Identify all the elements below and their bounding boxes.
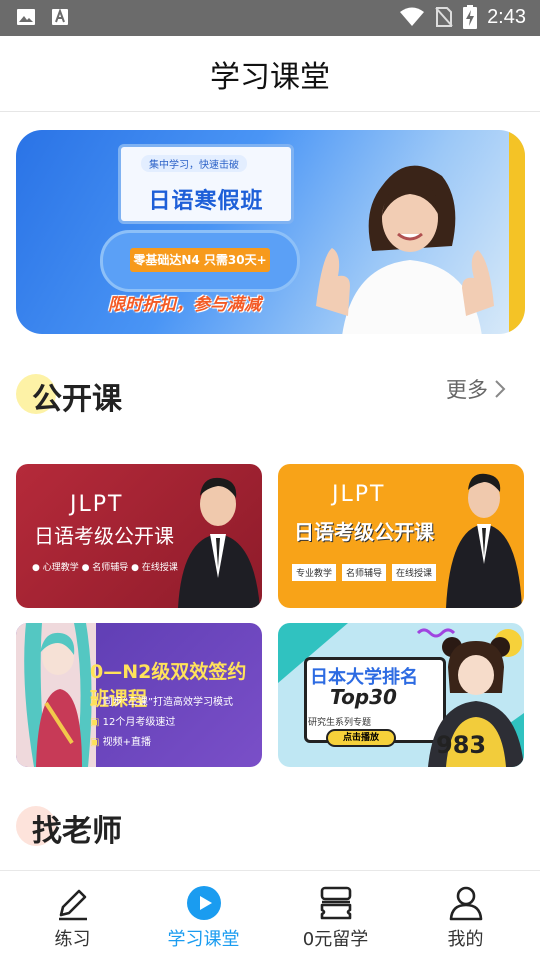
- tile-bullet: ▣ 视频+直播: [90, 737, 152, 748]
- tile-heading: JLPT: [332, 482, 386, 507]
- course-tile-n2-contract[interactable]: 0—N2级双效签约班课程 ▣ 同步“三课”打造高效学习模式 ▣ 12个月考级速过…: [16, 623, 262, 767]
- teacher-photo: [178, 477, 260, 608]
- nav-item-study-abroad[interactable]: 0元留学: [268, 871, 403, 961]
- tile-tag-list: 专业教学 名师辅导 在线授课: [292, 564, 437, 581]
- nav-item-profile[interactable]: 我的: [398, 871, 533, 961]
- tile-bullet-text: 同步“三课”打造高效学习模式: [102, 697, 234, 708]
- status-time: 2:43: [487, 5, 526, 28]
- banner-offer: 零基础达N4 只需30天+: [130, 248, 270, 272]
- play-button[interactable]: 点击播放: [326, 729, 396, 747]
- image-notification-icon: [17, 9, 35, 25]
- more-label: 更多: [446, 378, 488, 402]
- nav-item-practice[interactable]: 练习: [5, 871, 140, 961]
- tile-bullet: ▣ 同步“三课”打造高效学习模式: [90, 697, 234, 708]
- nav-label: 0元留学: [302, 929, 369, 950]
- tile-bullets: ▣ 同步“三课”打造高效学习模式 ▣ 12个月考级速过 ▣ 视频+直播: [90, 693, 233, 753]
- banner-card: 集中学习，快速击破 日语寒假班: [118, 144, 294, 224]
- course-tile-jlpt-orange[interactable]: JLPT 日语考级公开课 专业教学 名师辅导 在线授课: [278, 464, 524, 608]
- tile-bullet-text: 12个月考级速过: [102, 717, 176, 728]
- tile-tag: 在线授课: [392, 564, 437, 581]
- banner-promo-text: 限时折扣，参与满减: [108, 295, 261, 315]
- find-teacher-title: 找老师: [32, 814, 122, 849]
- tile-tags: ● 心理教学 ● 名师辅导 ● 在线授课: [32, 563, 178, 573]
- more-link[interactable]: 更多: [446, 374, 506, 404]
- nav-label: 练习: [54, 929, 91, 950]
- no-sim-icon: [435, 7, 453, 27]
- nav-label: 我的: [447, 929, 484, 950]
- tile-caption: 研究生系列专题: [308, 718, 372, 728]
- tile-tag: 专业教学: [292, 564, 337, 581]
- title-bar: 学习课堂: [0, 36, 540, 112]
- tile-title: 日语考级公开课: [294, 520, 434, 544]
- status-bar: 2:43: [0, 0, 540, 36]
- anime-girl-illustration: [16, 623, 96, 767]
- battery-charging-icon: [463, 5, 478, 29]
- banner-tagline: 集中学习，快速击破: [141, 155, 247, 172]
- wifi-icon: [400, 7, 425, 26]
- banner-model-photo: [316, 165, 494, 334]
- tile-subtitle: Top30: [330, 685, 397, 709]
- play-circle-icon: [186, 886, 221, 920]
- banner-title: 日语寒假班: [148, 189, 264, 214]
- tile-tag: 名师辅导: [342, 564, 387, 581]
- chevron-right-icon: [495, 380, 506, 398]
- course-tile-university-ranking[interactable]: 日本大学排名 Top30 研究生系列专题 点击播放 983: [278, 623, 524, 767]
- tile-bullet-text: 视频+直播: [102, 737, 152, 748]
- promo-banner[interactable]: 集中学习，快速击破 日语寒假班 零基础达N4 只需30天+ 限时折扣，参与满减: [16, 130, 525, 334]
- tile-heading: JLPT: [70, 492, 124, 517]
- course-tile-jlpt-red[interactable]: JLPT 日语考级公开课 ● 心理教学 ● 名师辅导 ● 在线授课: [16, 464, 262, 608]
- nav-label: 学习课堂: [167, 929, 240, 950]
- teacher-photo: [446, 473, 522, 608]
- jersey-number: 983: [436, 731, 487, 759]
- bottom-nav: 练习 学习课堂 0元留学 我的: [0, 870, 540, 960]
- public-courses-heading: 公开课: [16, 374, 122, 418]
- tile-title: 日语考级公开课: [34, 524, 174, 548]
- pen-icon: [58, 889, 87, 921]
- page-title: 学习课堂: [210, 59, 330, 95]
- public-courses-title: 公开课: [32, 382, 122, 417]
- person-icon: [449, 886, 482, 921]
- text-notification-icon: [52, 8, 68, 25]
- find-teacher-heading: 找老师: [16, 806, 122, 850]
- ticket-stack-icon: [320, 886, 351, 920]
- tile-bullet: ▣ 12个月考级速过: [90, 717, 176, 728]
- nav-item-classroom[interactable]: 学习课堂: [136, 871, 271, 961]
